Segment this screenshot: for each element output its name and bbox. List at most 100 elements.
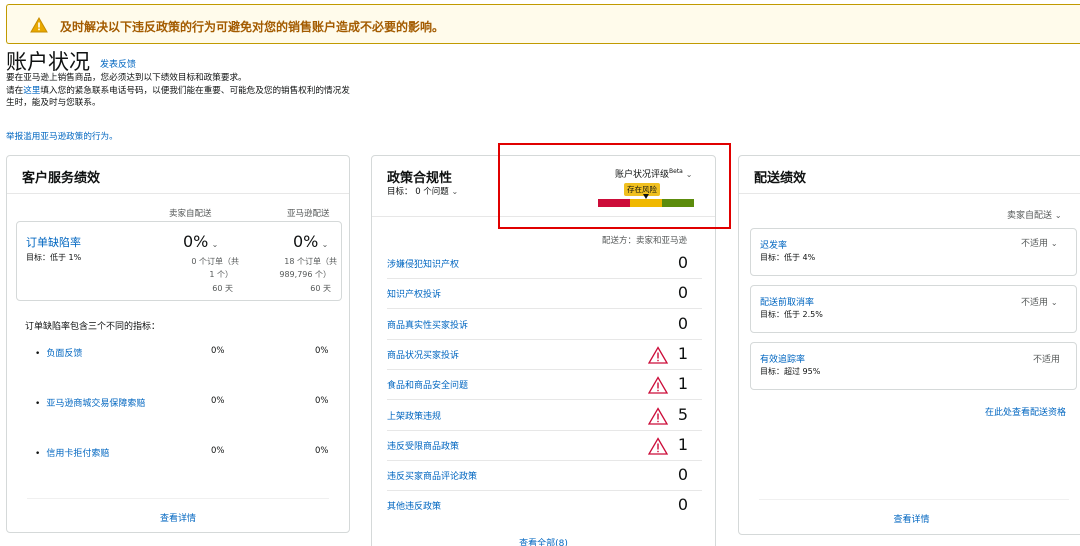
intro-prefix: 请在 bbox=[6, 86, 23, 96]
customer-service-card: 客户服务绩效 卖家自配送 亚马逊配送 订单缺陷率 目标：低于 1% 0% ⌄ 0… bbox=[6, 155, 350, 533]
policy-row: 违反受限商品政策 1 bbox=[387, 431, 702, 461]
emergency-contact-link[interactable]: 这里 bbox=[23, 86, 40, 96]
policy-row-link[interactable]: 违反买家商品评论政策 bbox=[387, 469, 477, 482]
chargeback-claims-link[interactable]: 信用卡拒付索赔 bbox=[35, 446, 109, 459]
late-shipment-value[interactable]: 不适用 ⌄ bbox=[1021, 236, 1058, 249]
policy-row-link[interactable]: 违反受限商品政策 bbox=[387, 439, 459, 452]
late-shipment-value-text: 不适用 bbox=[1021, 239, 1048, 249]
metric-amazon-value: 0% bbox=[315, 446, 329, 456]
policy-row-count: 0 bbox=[678, 253, 688, 272]
metric-row: 亚马逊商城交易保障索赔 0% 0% bbox=[7, 396, 349, 416]
policy-target-text: 目标： 0 个问题 bbox=[387, 187, 449, 197]
col-amazon-fulfilled: 亚马逊配送 bbox=[287, 207, 330, 219]
policy-row-link[interactable]: 上架政策违规 bbox=[387, 409, 441, 422]
highlight-box bbox=[498, 143, 731, 229]
warning-icon bbox=[30, 17, 48, 33]
odr-amazon-orders-1: 18 个订单（共 bbox=[267, 256, 337, 267]
alert-triangle-icon bbox=[648, 407, 668, 425]
cancel-rate-target: 目标：低于 2.5% bbox=[760, 309, 823, 320]
shipping-eligibility-link[interactable]: 在此处查看配送资格 bbox=[985, 405, 1066, 418]
late-shipment-target: 目标：低于 4% bbox=[760, 252, 815, 263]
valid-tracking-box: 有效追踪率 目标：超过 95% 不适用 bbox=[750, 342, 1077, 390]
metric-amazon-value: 0% bbox=[315, 396, 329, 406]
col-seller-fulfilled: 卖家自配送 bbox=[169, 207, 212, 219]
chevron-down-icon: ⌄ bbox=[212, 240, 219, 249]
policy-row-link[interactable]: 涉嫌侵犯知识产权 bbox=[387, 257, 459, 270]
policy-row: 商品状况买家投诉 1 bbox=[387, 340, 702, 370]
cancel-rate-value-text: 不适用 bbox=[1021, 298, 1048, 308]
shipping-performance-title: 配送绩效 bbox=[754, 167, 806, 186]
divider bbox=[759, 499, 1069, 500]
policy-row: 其他违反政策 0 bbox=[387, 491, 702, 521]
valid-tracking-value: 不适用 bbox=[1033, 352, 1060, 365]
policy-row-count: 0 bbox=[678, 314, 688, 333]
policy-row: 食品和商品安全问题1 bbox=[387, 370, 702, 400]
metric-row: 负面反馈 0% 0% bbox=[7, 346, 349, 366]
policy-row: 涉嫌侵犯知识产权 0 bbox=[387, 249, 702, 279]
policy-row: 知识产权投诉0 bbox=[387, 279, 702, 309]
shipping-performance-card: 配送绩效 卖家自配送 ⌄ 迟发率 目标：低于 4% 不适用 ⌄ 配送前取消率 目… bbox=[738, 155, 1080, 535]
divider bbox=[7, 193, 349, 194]
odr-seller-orders-1: 0 个订单（共 bbox=[169, 256, 239, 267]
policy-row-link[interactable]: 商品真实性买家投诉 bbox=[387, 318, 468, 331]
odr-seller-percent: 0% bbox=[183, 232, 208, 251]
late-shipment-box: 迟发率 目标：低于 4% 不适用 ⌄ bbox=[750, 228, 1077, 276]
customer-service-title: 客户服务绩效 bbox=[22, 167, 100, 186]
cancel-rate-box: 配送前取消率 目标：低于 2.5% 不适用 ⌄ bbox=[750, 285, 1077, 333]
feedback-link[interactable]: 发表反馈 bbox=[100, 57, 136, 70]
policy-row-link[interactable]: 食品和商品安全问题 bbox=[387, 378, 468, 391]
chevron-down-icon: ⌄ bbox=[322, 240, 329, 249]
policy-row-count: 1 bbox=[678, 344, 688, 363]
policy-row-count: 0 bbox=[678, 495, 688, 514]
cancel-rate-value[interactable]: 不适用 ⌄ bbox=[1021, 295, 1058, 308]
shipping-view-details-link[interactable]: 查看详情 bbox=[739, 512, 1080, 525]
metric-amazon-value: 0% bbox=[315, 346, 329, 356]
odr-note: 订单缺陷率包含三个不同的指标： bbox=[25, 319, 160, 332]
policy-row: 商品真实性买家投诉 0 bbox=[387, 310, 702, 340]
alert-triangle-icon bbox=[648, 437, 668, 455]
late-shipment-link[interactable]: 迟发率 bbox=[760, 238, 787, 251]
policy-row-link[interactable]: 其他违反政策 bbox=[387, 499, 441, 512]
odr-seller-value[interactable]: 0% ⌄ bbox=[183, 232, 218, 251]
policy-alert-banner: 及时解决以下违反政策的行为可避免对您的销售账户造成不必要的影响。 bbox=[6, 4, 1080, 44]
policy-row: 违反买家商品评论政策0 bbox=[387, 461, 702, 491]
chevron-down-icon: ⌄ bbox=[1055, 211, 1062, 220]
report-abuse-link[interactable]: 举报滥用亚马逊政策的行为。 bbox=[6, 130, 118, 142]
intro-text: 要在亚马逊上销售商品，您必须达到以下绩效目标和政策要求。 请在这里填入您的紧急联… bbox=[6, 72, 352, 110]
intro-line-2: 请在这里填入您的紧急联系电话号码，以便我们能在重要、可能危及您的销售权利的情况发… bbox=[6, 85, 352, 110]
chevron-down-icon: ⌄ bbox=[1051, 239, 1058, 248]
intro-line-1: 要在亚马逊上销售商品，您必须达到以下绩效目标和政策要求。 bbox=[6, 72, 352, 85]
negative-feedback-link[interactable]: 负面反馈 bbox=[35, 346, 82, 359]
odr-amazon-value[interactable]: 0% ⌄ bbox=[293, 232, 328, 251]
policy-row-count: 1 bbox=[678, 435, 688, 454]
chevron-down-icon: ⌄ bbox=[452, 187, 459, 196]
intro-suffix: 填入您的紧急联系电话号码，以便我们能在重要、可能危及您的销售权利的情况发生时，能… bbox=[6, 86, 350, 109]
odr-seller-orders-2: 1 个） bbox=[169, 269, 233, 280]
cs-view-details-link[interactable]: 查看详情 bbox=[7, 511, 349, 524]
odr-amazon-orders-2: 989,796 个） bbox=[267, 269, 331, 280]
odr-amazon-percent: 0% bbox=[293, 232, 318, 251]
odr-link[interactable]: 订单缺陷率 bbox=[26, 234, 81, 250]
shipping-filter[interactable]: 卖家自配送 ⌄ bbox=[1007, 208, 1062, 221]
cancel-rate-link[interactable]: 配送前取消率 bbox=[760, 295, 814, 308]
alert-triangle-icon bbox=[648, 346, 668, 364]
chevron-down-icon: ⌄ bbox=[1051, 298, 1058, 307]
view-all-link[interactable]: 查看全部(8) bbox=[372, 536, 715, 546]
metric-seller-value: 0% bbox=[211, 446, 225, 456]
divider bbox=[739, 193, 1080, 194]
policy-row-count: 5 bbox=[678, 405, 688, 424]
alert-message: 及时解决以下违反政策的行为可避免对您的销售账户造成不必要的影响。 bbox=[60, 18, 444, 35]
a-to-z-claims-link[interactable]: 亚马逊商城交易保障索赔 bbox=[35, 396, 145, 409]
policy-row-link[interactable]: 知识产权投诉 bbox=[387, 287, 441, 300]
delivery-by: 配送方：卖家和亚马逊 bbox=[602, 234, 687, 246]
policy-target[interactable]: 目标： 0 个问题 ⌄ bbox=[387, 185, 458, 197]
alert-triangle-icon bbox=[648, 376, 668, 394]
odr-target: 目标：低于 1% bbox=[26, 252, 81, 263]
shipping-filter-label: 卖家自配送 bbox=[1007, 211, 1052, 221]
policy-row: 上架政策违规 5 bbox=[387, 401, 702, 431]
metric-row: 信用卡拒付索赔 0% 0% bbox=[7, 446, 349, 466]
policy-row-link[interactable]: 商品状况买家投诉 bbox=[387, 348, 459, 361]
metric-seller-value: 0% bbox=[211, 346, 225, 356]
divider bbox=[27, 498, 329, 499]
valid-tracking-link[interactable]: 有效追踪率 bbox=[760, 352, 805, 365]
